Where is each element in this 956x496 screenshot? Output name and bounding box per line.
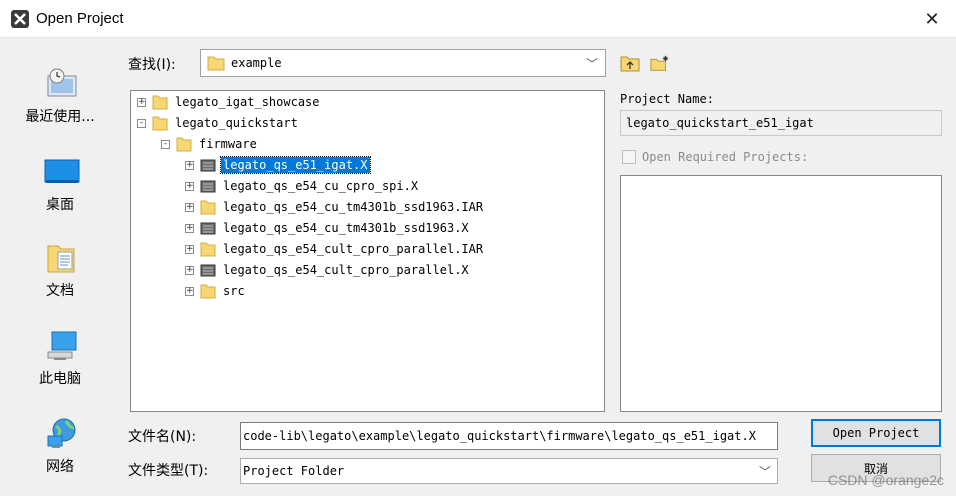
folder-icon bbox=[200, 284, 216, 299]
title-bar: Open Project ✕ bbox=[0, 0, 956, 38]
open-project-button[interactable]: Open Project bbox=[811, 419, 941, 447]
place-label: 此电脑 bbox=[39, 371, 81, 387]
tree-item-label: legato_quickstart bbox=[175, 116, 298, 130]
expand-icon[interactable]: + bbox=[185, 223, 194, 233]
tree-item-label: firmware bbox=[199, 137, 257, 151]
tree-item-label: legato_qs_e54_cu_tm4301b_ssd1963.X bbox=[223, 221, 469, 235]
watermark: CSDN @orange2c bbox=[827, 472, 944, 488]
folder-icon bbox=[152, 116, 168, 131]
tree-item-label: legato_qs_e54_cu_cpro_spi.X bbox=[223, 179, 419, 193]
tree-item-label: legato_qs_e51_igat.X bbox=[220, 156, 371, 174]
close-icon: ✕ bbox=[924, 8, 940, 30]
folder-icon bbox=[200, 200, 216, 215]
file-type-label: 文件类型(T): bbox=[128, 463, 209, 479]
place-documents[interactable]: 文档 bbox=[6, 232, 114, 312]
expand-icon[interactable]: + bbox=[185, 244, 194, 254]
tree-item[interactable]: + legato_qs_e54_cu_tm4301b_ssd1963.X bbox=[185, 218, 471, 238]
tree-item[interactable]: - legato_quickstart bbox=[137, 113, 300, 133]
project-name-label: Project Name: bbox=[620, 92, 714, 106]
expand-icon[interactable]: + bbox=[185, 265, 194, 275]
tree-item-selected[interactable]: + legato_qs_e51_igat.X bbox=[185, 155, 371, 175]
close-button[interactable]: ✕ bbox=[918, 6, 946, 32]
desktop-icon bbox=[44, 159, 80, 183]
place-label: 最近使用... bbox=[25, 109, 95, 125]
tree-item-label: legato_qs_e54_cult_cpro_parallel.X bbox=[223, 263, 469, 277]
folder-icon bbox=[176, 137, 192, 152]
project-chip-icon bbox=[200, 159, 216, 172]
window-title: Open Project bbox=[36, 10, 124, 27]
look-in-value: example bbox=[231, 56, 282, 70]
tree-item[interactable]: - firmware bbox=[161, 134, 259, 154]
dialog-body: 最近使用... 桌面 文档 此电脑 网络 查找(I): example ﹀ + … bbox=[0, 38, 956, 496]
place-this-pc[interactable]: 此电脑 bbox=[6, 320, 114, 400]
collapse-icon[interactable]: - bbox=[161, 139, 170, 149]
documents-icon bbox=[47, 245, 75, 273]
project-chip-icon bbox=[200, 180, 216, 193]
new-folder-icon[interactable] bbox=[650, 54, 670, 72]
open-required-row: Open Required Projects: bbox=[622, 150, 808, 164]
up-folder-icon[interactable] bbox=[620, 54, 640, 72]
file-type-dropdown[interactable]: Project Folder ﹀ bbox=[240, 458, 778, 484]
look-in-label: 查找(I): bbox=[128, 57, 176, 73]
chevron-down-icon[interactable]: ﹀ bbox=[579, 50, 605, 76]
tree-item-label: legato_qs_e54_cult_cpro_parallel.IAR bbox=[223, 242, 484, 256]
project-chip-icon bbox=[200, 222, 216, 235]
recent-places-icon bbox=[47, 68, 77, 97]
folder-icon bbox=[207, 56, 225, 71]
tree-item[interactable]: + src bbox=[185, 281, 247, 301]
tree-item[interactable]: + legato_qs_e54_cu_cpro_spi.X bbox=[185, 176, 420, 196]
places-bar: 最近使用... 桌面 文档 此电脑 网络 bbox=[6, 42, 114, 488]
file-name-label: 文件名(N): bbox=[128, 429, 197, 445]
tree-item[interactable]: + legato_qs_e54_cu_tm4301b_ssd1963.IAR bbox=[185, 197, 485, 217]
place-network[interactable]: 网络 bbox=[6, 408, 114, 488]
tree-item[interactable]: + legato_qs_e54_cult_cpro_parallel.X bbox=[185, 260, 471, 280]
project-name-field: legato_quickstart_e51_igat bbox=[620, 110, 942, 136]
place-label: 文档 bbox=[46, 283, 74, 299]
tree-item[interactable]: + legato_igat_showcase bbox=[137, 92, 322, 112]
project-chip-icon bbox=[200, 264, 216, 277]
place-label: 桌面 bbox=[46, 197, 74, 213]
network-icon bbox=[47, 418, 76, 448]
file-name-input[interactable]: code-lib\legato\example\legato_quickstar… bbox=[240, 422, 778, 450]
expand-icon[interactable]: + bbox=[185, 160, 194, 170]
place-label: 网络 bbox=[46, 459, 74, 475]
folder-icon bbox=[152, 95, 168, 110]
this-pc-icon bbox=[47, 331, 77, 360]
expand-icon[interactable]: + bbox=[185, 286, 194, 296]
file-type-value: Project Folder bbox=[243, 464, 345, 478]
tree-item-label: legato_igat_showcase bbox=[175, 95, 320, 109]
look-in-dropdown[interactable]: example ﹀ bbox=[200, 49, 606, 77]
place-desktop[interactable]: 桌面 bbox=[6, 146, 114, 226]
open-required-label: Open Required Projects: bbox=[642, 150, 809, 164]
tree-item-label: legato_qs_e54_cu_tm4301b_ssd1963.IAR bbox=[223, 200, 484, 214]
app-icon bbox=[11, 10, 29, 28]
tree-item-label: src bbox=[223, 284, 245, 298]
required-projects-list[interactable] bbox=[620, 175, 942, 412]
tree-item[interactable]: + legato_qs_e54_cult_cpro_parallel.IAR bbox=[185, 239, 485, 259]
folder-icon bbox=[200, 242, 216, 257]
project-tree[interactable]: + legato_igat_showcase - legato_quicksta… bbox=[130, 90, 605, 412]
open-required-checkbox[interactable] bbox=[622, 150, 636, 164]
chevron-down-icon[interactable]: ﹀ bbox=[753, 459, 777, 483]
expand-icon[interactable]: + bbox=[137, 97, 146, 107]
place-recent[interactable]: 最近使用... bbox=[6, 58, 114, 138]
expand-icon[interactable]: + bbox=[185, 202, 194, 212]
expand-icon[interactable]: + bbox=[185, 181, 194, 191]
collapse-icon[interactable]: - bbox=[137, 118, 146, 128]
